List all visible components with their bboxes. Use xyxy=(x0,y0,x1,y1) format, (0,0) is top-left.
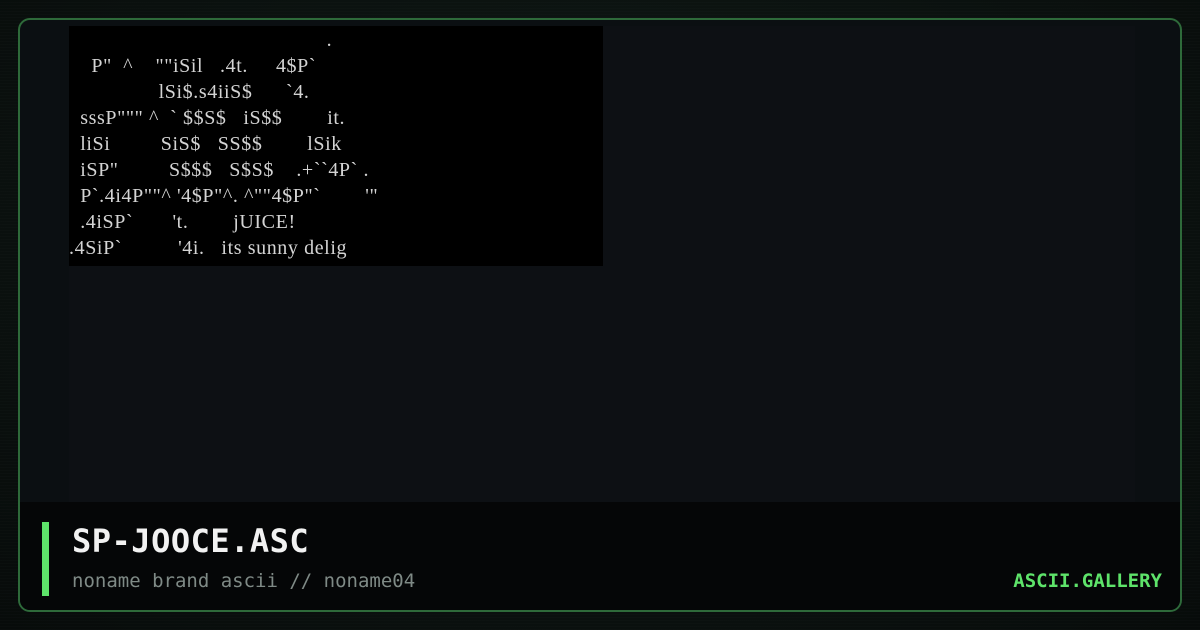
ascii-art-line: lSi$.s4iiS$ `4. xyxy=(69,81,310,103)
ascii-art-line: iSP" S$$$ S$S$ .+``4P` . xyxy=(69,159,370,181)
ascii-art-line: P" ^ ""iSil .4t. 4$P` xyxy=(69,55,317,77)
ascii-art-line: liSi SiS$ SS$$ lSik xyxy=(69,133,342,155)
ascii-art-canvas: . P" ^ ""iSil .4t. 4$P` lSi$.s4iiS$ `4. … xyxy=(69,26,603,266)
ascii-art-line: .4iSP` 't. jUICE! xyxy=(69,211,296,233)
accent-bar xyxy=(42,522,49,596)
card-frame: . P" ^ ""iSil .4t. 4$P` lSi$.s4iiS$ `4. … xyxy=(18,18,1182,612)
card-footer: SP-JOOCE.ASC noname brand ascii // nonam… xyxy=(20,502,1180,610)
ascii-viewer: . P" ^ ""iSil .4t. 4$P` lSi$.s4iiS$ `4. … xyxy=(69,26,1135,506)
ascii-art-line: . xyxy=(69,29,333,51)
ascii-art-line: .4SiP` '4i. its sunny delig xyxy=(69,237,348,259)
file-title: SP-JOOCE.ASC xyxy=(72,522,310,560)
file-subtitle: noname brand ascii // noname04 xyxy=(72,570,416,592)
ascii-art-line: P`.4i4P""^ '4$P"^. ^""4$P"` '" xyxy=(69,185,379,207)
site-brand-link[interactable]: ASCII.GALLERY xyxy=(1013,570,1162,592)
ascii-art-line: sssP""" ^ ` $$S$ iS$$ it. xyxy=(69,107,346,129)
